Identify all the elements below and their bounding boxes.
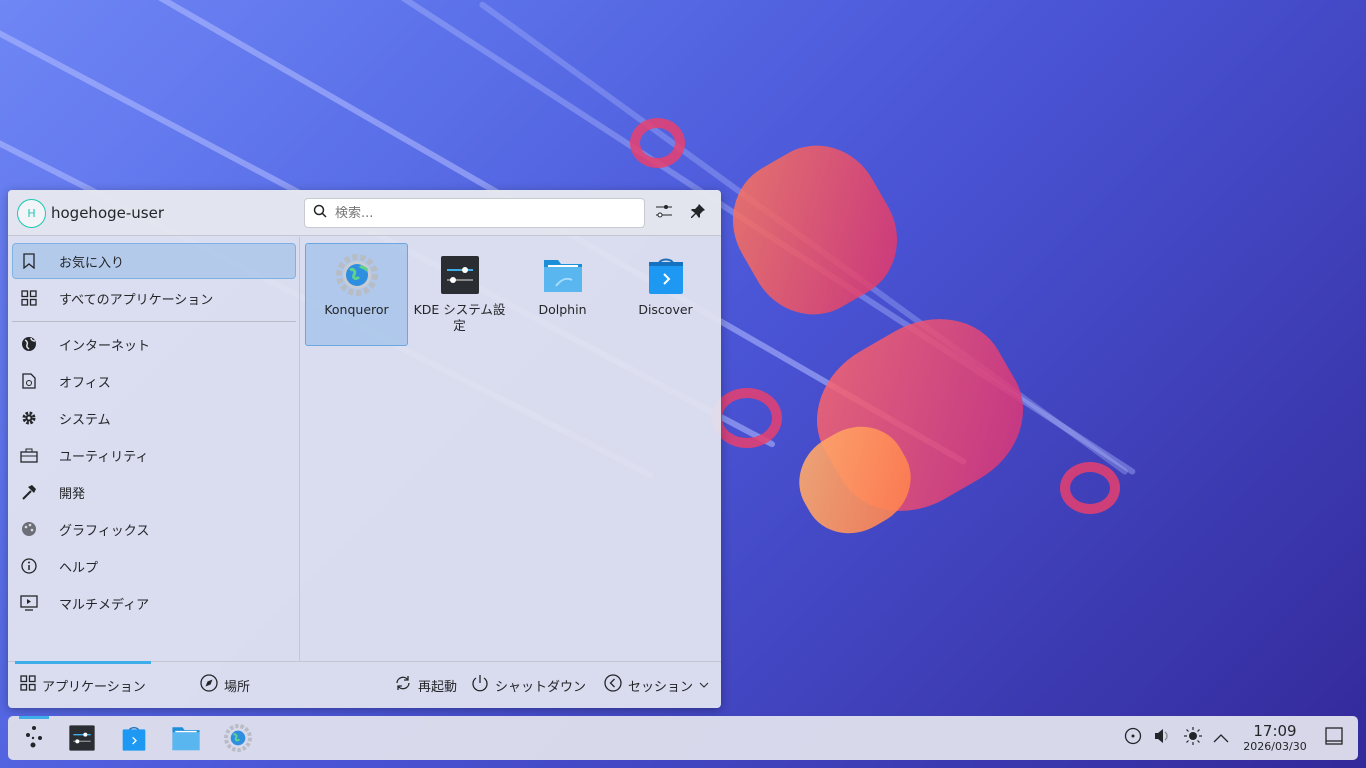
sidebar-item-internet[interactable]: インターネット: [12, 326, 296, 362]
favorite-discover[interactable]: Discover: [614, 243, 717, 346]
sidebar-item-label: ユーティリティ: [59, 449, 149, 465]
app-label: KDE システム設定: [413, 302, 506, 333]
sun-icon: [1184, 727, 1202, 749]
shutdown-button[interactable]: シャットダウン: [471, 674, 586, 696]
search-icon: [313, 204, 327, 222]
kde-launcher-icon: [22, 724, 46, 752]
sidebar-item-label: システム: [59, 412, 111, 428]
chevron-left-circle-icon: [604, 674, 622, 696]
divider: [12, 321, 296, 322]
sidebar-item-all-applications[interactable]: すべてのアプリケーション: [12, 280, 296, 316]
sidebar-item-graphics[interactable]: グラフィックス: [12, 511, 296, 547]
desktop-icon: [1325, 727, 1343, 749]
configure-button[interactable]: [653, 202, 675, 224]
favorite-kde-system-settings[interactable]: KDE システム設定: [408, 243, 511, 346]
grid-icon: [19, 288, 39, 308]
speaker-icon: [1153, 727, 1171, 749]
panel: 17:09 2026/03/30: [8, 716, 1358, 760]
document-icon: [19, 371, 39, 391]
launcher-header: H hogehoge-user: [8, 190, 721, 236]
system-settings-icon: [440, 256, 479, 294]
sidebar-item-help[interactable]: ヘルプ: [12, 548, 296, 584]
compass-icon: [200, 674, 218, 696]
tab-applications[interactable]: アプリケーション: [20, 674, 146, 696]
bookmark-icon: [19, 251, 39, 271]
sidebar-item-multimedia[interactable]: マルチメディア: [12, 585, 296, 621]
disc-icon: [1124, 727, 1142, 749]
digital-clock[interactable]: 17:09 2026/03/30: [1240, 723, 1310, 754]
sidebar-item-development[interactable]: 開発: [12, 474, 296, 510]
button-label: 再起動: [418, 679, 458, 695]
application-launcher: H hogehoge-user お気に入り すべてのアプリケーション インターネ…: [8, 190, 721, 708]
tab-label: 場所: [224, 679, 251, 695]
media-tray-button[interactable]: [1123, 727, 1143, 749]
sidebar-item-utilities[interactable]: ユーティリティ: [12, 437, 296, 473]
clock-time: 17:09: [1253, 722, 1297, 740]
button-label: シャットダウン: [495, 679, 587, 695]
discover-icon: [648, 258, 683, 294]
globe-icon: [19, 334, 39, 354]
show-hidden-icons-button[interactable]: [1211, 728, 1231, 748]
active-tab-indicator: [15, 661, 151, 664]
system-settings-icon: [69, 725, 95, 751]
tab-label: アプリケーション: [42, 679, 146, 695]
session-button[interactable]: セッション: [604, 674, 709, 696]
taskbar-dolphin[interactable]: [170, 722, 202, 754]
gear-icon: [19, 408, 39, 428]
favorite-dolphin[interactable]: Dolphin: [511, 243, 614, 346]
launcher-footer: アプリケーション 場所 再起動 シャットダウン セッション: [8, 661, 721, 708]
search-input[interactable]: [335, 205, 635, 221]
sidebar-item-system[interactable]: システム: [12, 400, 296, 436]
show-desktop-button[interactable]: [1324, 727, 1344, 749]
pin-icon: [690, 203, 706, 223]
toolbox-icon: [19, 445, 39, 465]
clock-date: 2026/03/30: [1243, 740, 1307, 753]
sidebar-item-label: ヘルプ: [59, 560, 99, 576]
tab-places[interactable]: 場所: [200, 674, 250, 696]
category-sidebar: お気に入り すべてのアプリケーション インターネット オフィス システム ユーテ…: [8, 237, 300, 661]
sidebar-item-label: グラフィックス: [59, 523, 150, 539]
search-field[interactable]: [304, 198, 645, 228]
sidebar-item-label: インターネット: [59, 338, 151, 354]
brightness-button[interactable]: [1183, 727, 1203, 749]
power-icon: [471, 674, 489, 696]
taskbar-discover[interactable]: [118, 722, 150, 754]
dolphin-folder-icon: [543, 260, 582, 292]
favorite-konqueror[interactable]: Konqueror: [305, 243, 408, 346]
user-name: hogehoge-user: [51, 204, 164, 222]
sliders-icon: [655, 203, 673, 223]
dolphin-folder-icon: [172, 727, 200, 751]
sidebar-item-favorites[interactable]: お気に入り: [12, 243, 296, 279]
sidebar-item-label: オフィス: [59, 375, 111, 391]
sidebar-item-label: 開発: [59, 486, 86, 502]
taskbar-system-settings[interactable]: [66, 722, 98, 754]
sidebar-item-label: お気に入り: [59, 255, 125, 271]
button-label: セッション: [628, 679, 694, 695]
restart-icon: [394, 674, 412, 696]
chevron-up-icon: [1212, 729, 1230, 748]
restart-button[interactable]: 再起動: [394, 674, 457, 696]
monitor-play-icon: [19, 593, 39, 613]
launcher-button[interactable]: [18, 722, 50, 754]
app-label: Konqueror: [324, 302, 389, 317]
hammer-icon: [19, 482, 39, 502]
sidebar-item-label: すべてのアプリケーション: [59, 292, 214, 308]
pin-button[interactable]: [687, 202, 709, 224]
grid-icon: [20, 675, 36, 695]
app-label: Dolphin: [538, 302, 587, 317]
sidebar-item-label: マルチメディア: [59, 597, 150, 613]
app-label: Discover: [638, 302, 693, 317]
active-indicator: [19, 716, 49, 719]
avatar[interactable]: H: [17, 199, 46, 228]
discover-icon: [122, 727, 146, 751]
konqueror-icon: [224, 724, 252, 752]
palette-icon: [19, 519, 39, 539]
taskbar-konqueror[interactable]: [222, 722, 254, 754]
volume-button[interactable]: [1152, 728, 1172, 748]
sidebar-item-office[interactable]: オフィス: [12, 363, 296, 399]
info-icon: [19, 556, 39, 576]
chevron-down-icon: [699, 678, 709, 693]
konqueror-icon: [335, 254, 378, 296]
